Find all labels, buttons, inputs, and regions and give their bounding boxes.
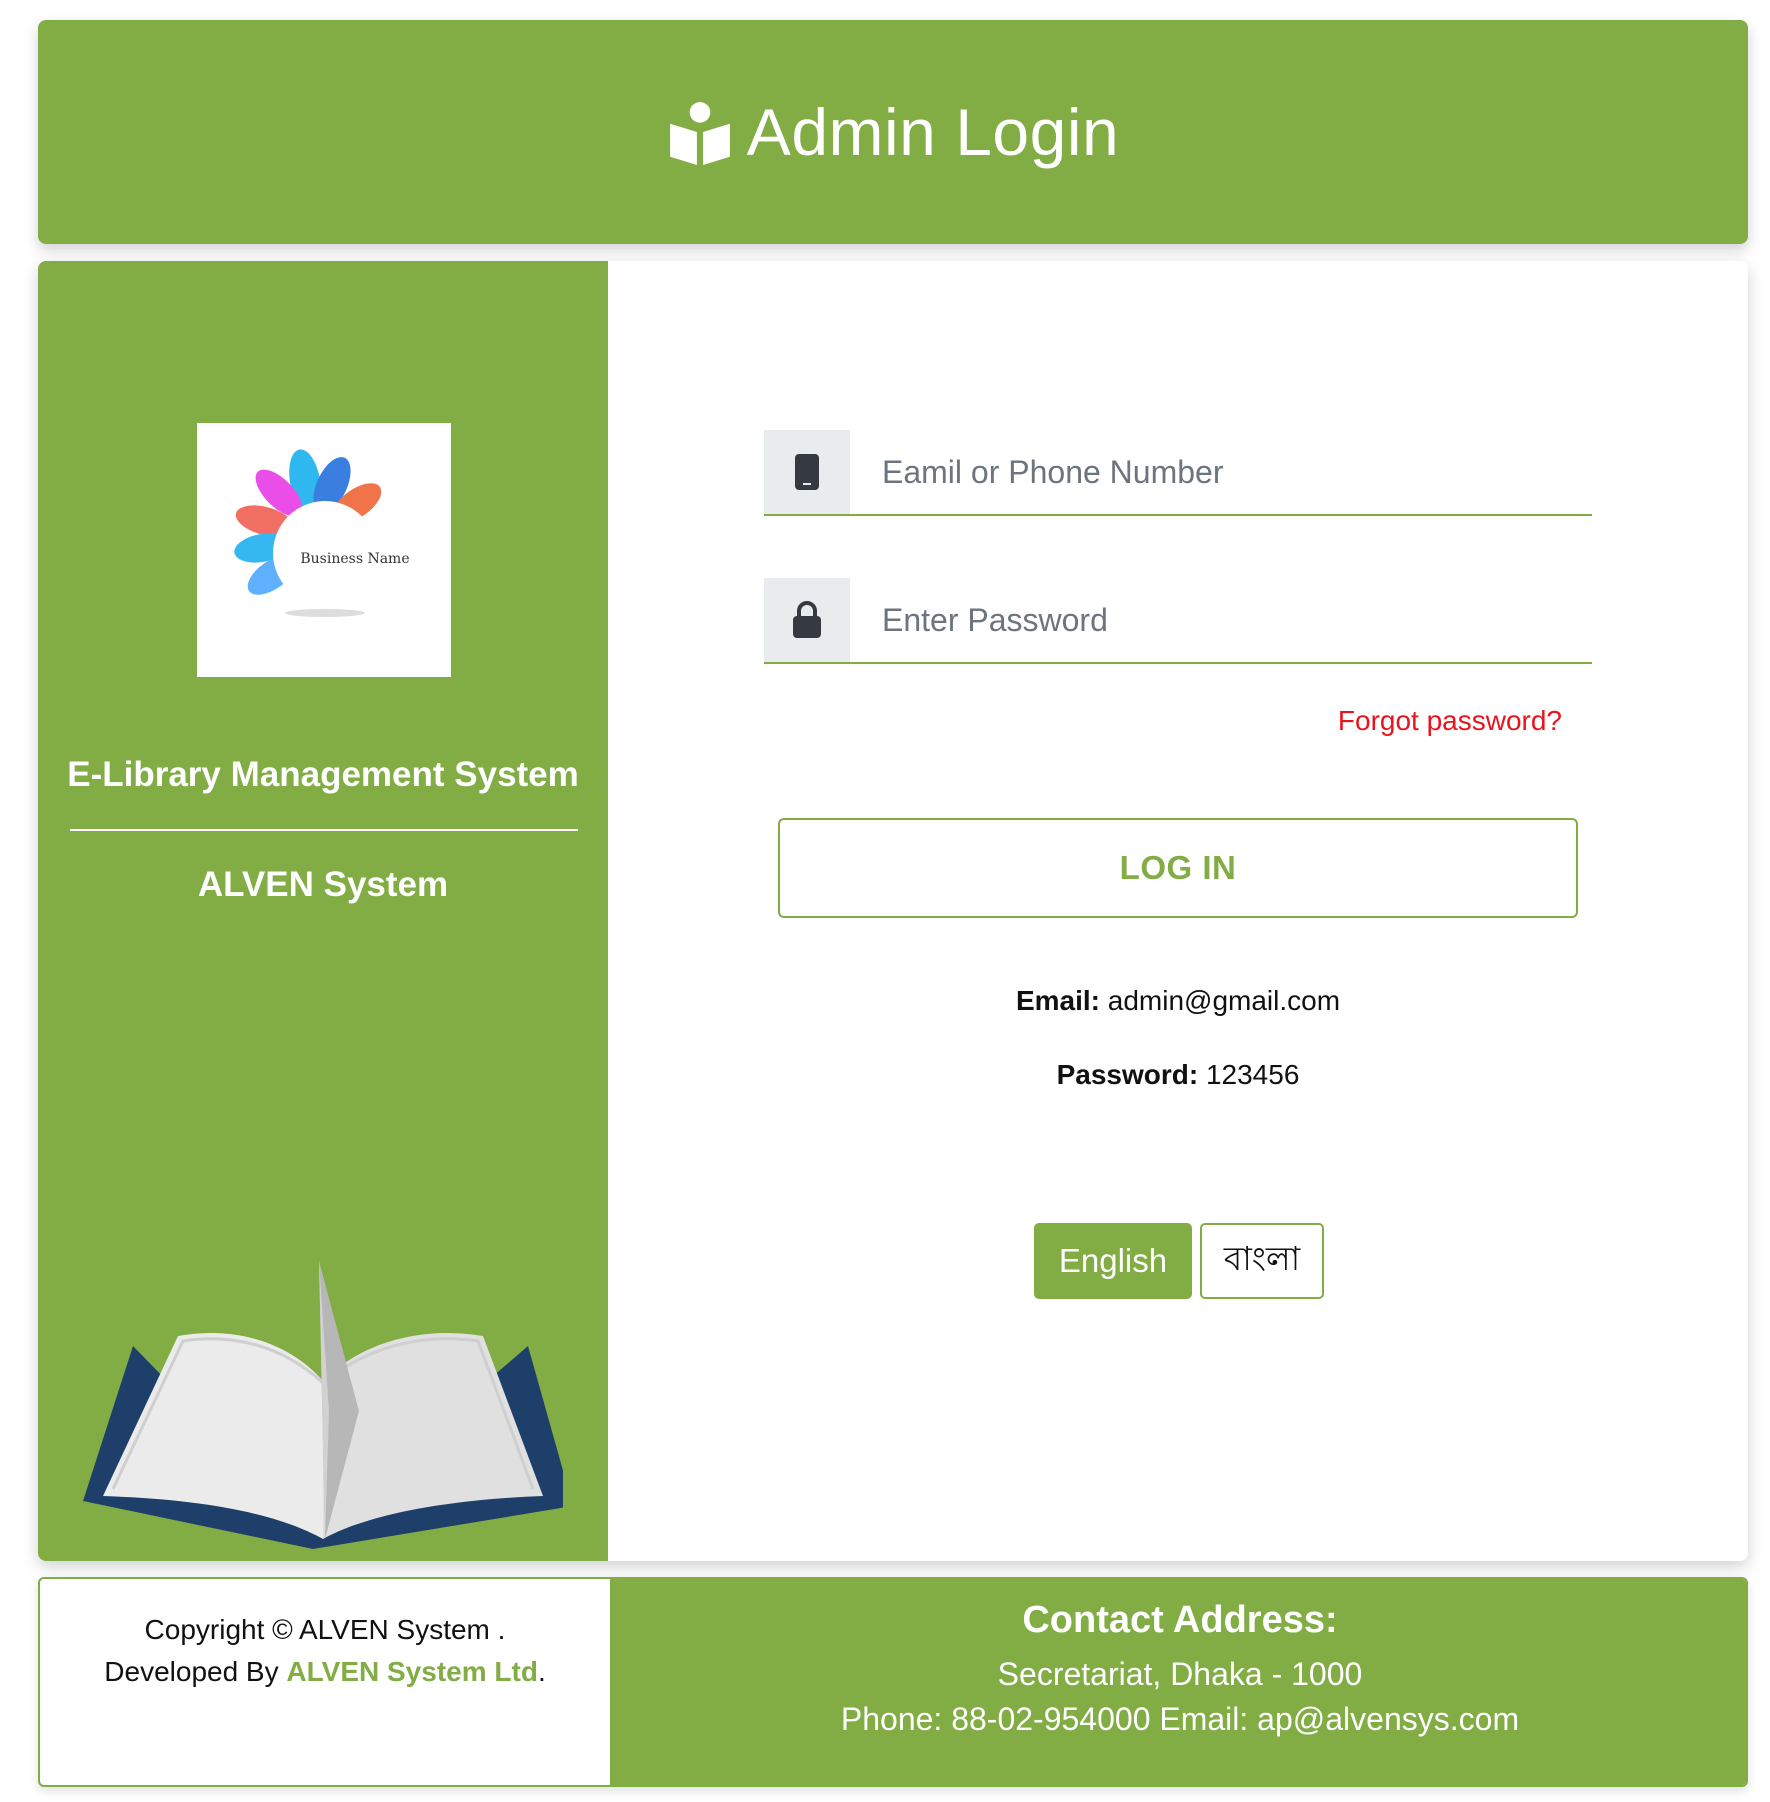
developer-line: Developed By ALVEN System Ltd.: [40, 1651, 610, 1693]
contact-address: Secretariat, Dhaka - 1000: [997, 1656, 1363, 1692]
business-logo: Business Name: [197, 423, 451, 677]
page-header: Admin Login: [38, 20, 1748, 244]
open-book-illustration: [83, 1261, 563, 1549]
lock-icon: [764, 578, 850, 662]
language-switcher: English বাংলা: [1034, 1223, 1324, 1299]
demo-password-value: 123456: [1205, 1059, 1300, 1090]
mobile-phone-icon: [764, 430, 850, 514]
language-bangla-button[interactable]: বাংলা: [1200, 1223, 1324, 1299]
brand-panel: Business Name E-Library Management Syste…: [38, 261, 608, 1561]
login-button[interactable]: LOG IN: [778, 818, 1578, 918]
password-field-group: [764, 578, 1592, 664]
divider: [70, 829, 578, 831]
copyright-text: Copyright © ALVEN System .: [144, 1614, 506, 1645]
contact-phone-email: Phone: 88-02-954000 Email: ap@alvensys.c…: [840, 1701, 1520, 1737]
demo-password-line: Password: 123456: [608, 1059, 1748, 1091]
developer-suffix: .: [537, 1656, 546, 1687]
page-title: Admin Login: [746, 95, 1120, 169]
forgot-password-link[interactable]: Forgot password?: [1338, 705, 1562, 737]
org-name: ALVEN System: [197, 865, 449, 904]
demo-email-line: Email: admin@gmail.com: [608, 985, 1748, 1017]
page-footer: Copyright © ALVEN System . Developed By …: [38, 1577, 1748, 1787]
demo-password-label: Password:: [1056, 1059, 1199, 1090]
business-logo-mark: Business Name: [234, 449, 410, 617]
developer-link[interactable]: ALVEN System Ltd: [286, 1656, 538, 1687]
language-english-button[interactable]: English: [1034, 1223, 1192, 1299]
login-form-panel: Forgot password? LOG IN Email: admin@gma…: [608, 261, 1748, 1561]
password-field[interactable]: [850, 578, 1592, 662]
email-field-group: [764, 430, 1592, 516]
login-card: Business Name E-Library Management Syste…: [38, 261, 1748, 1561]
copyright-block: Copyright © ALVEN System . Developed By …: [40, 1579, 610, 1785]
demo-email-label: Email:: [1015, 985, 1100, 1016]
developed-by-label: Developed By: [104, 1656, 279, 1687]
svg-text:Business Name: Business Name: [300, 551, 409, 567]
email-field[interactable]: [850, 430, 1592, 514]
contact-block: Contact Address: Secretariat, Dhaka - 10…: [610, 1579, 1746, 1785]
book-reader-icon: [669, 102, 730, 165]
system-name: E-Library Management System: [67, 755, 579, 794]
contact-title: Contact Address:: [1022, 1599, 1338, 1641]
demo-email-value: admin@gmail.com: [1107, 985, 1341, 1016]
